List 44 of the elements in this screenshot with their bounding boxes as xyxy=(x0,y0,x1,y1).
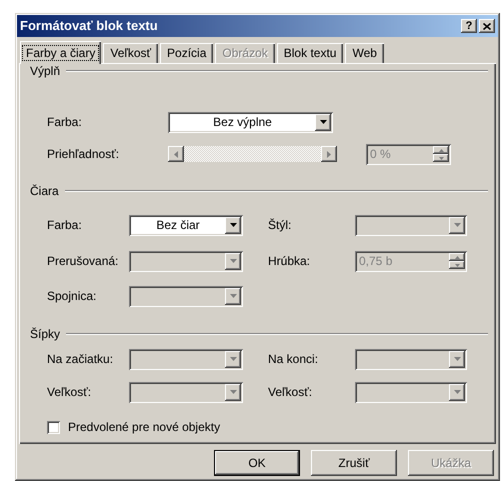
up-arrow-icon xyxy=(438,148,444,152)
help-button[interactable]: ? xyxy=(461,19,477,33)
field-label: Na začiatku: xyxy=(47,351,114,368)
dropdown[interactable]: Bez čiar xyxy=(129,214,243,236)
checkbox[interactable] xyxy=(47,420,60,434)
dialog-button[interactable]: OK xyxy=(214,450,300,476)
caret-icon xyxy=(230,390,236,394)
field-label: Hrúbka: xyxy=(268,253,312,270)
caret-icon xyxy=(230,223,236,227)
tab[interactable]: Farby a čiary xyxy=(20,41,102,64)
field-label: Veľkosť: xyxy=(268,384,314,401)
caret-icon xyxy=(230,294,236,298)
field-label: Na konci: xyxy=(268,351,320,368)
dropdown[interactable]: Bez výplne xyxy=(168,112,333,132)
close-icon xyxy=(483,22,491,30)
caret-icon xyxy=(454,390,460,394)
checkbox-label: Predvolené pre nové objekty xyxy=(68,419,220,436)
window-title: Formátovať blok textu xyxy=(20,17,159,36)
tab[interactable]: Veľkosť xyxy=(103,43,158,63)
field-label: Štýl: xyxy=(268,217,292,234)
dialog-button[interactable]: Zrušiť xyxy=(311,450,397,476)
section-title: Výplň xyxy=(30,63,60,80)
caret-icon xyxy=(230,259,236,263)
left-arrow-icon xyxy=(174,150,178,158)
field-label: Farba: xyxy=(47,217,83,234)
up-arrow-icon xyxy=(454,256,460,258)
down-arrow-icon xyxy=(454,264,460,266)
field-label: Priehľadnosť: xyxy=(47,146,120,163)
tab[interactable]: Web xyxy=(345,43,384,63)
caret-icon xyxy=(320,120,326,124)
section-title: Čiara xyxy=(30,183,59,200)
caret-icon xyxy=(230,357,236,361)
down-arrow-icon xyxy=(438,156,444,160)
caret-icon xyxy=(454,223,460,227)
field-label: Farba: xyxy=(47,114,83,131)
tab[interactable]: Pozícia xyxy=(160,43,214,63)
close-button[interactable] xyxy=(479,19,495,33)
caret-icon xyxy=(454,357,460,361)
field-label: Spojnica: xyxy=(47,288,98,305)
tab[interactable]: Blok textu xyxy=(276,43,344,63)
field-label: Veľkosť: xyxy=(47,384,92,401)
field-label: Prerušovaná: xyxy=(47,253,120,270)
section-title: Šípky xyxy=(30,326,60,343)
right-arrow-icon xyxy=(327,150,331,158)
